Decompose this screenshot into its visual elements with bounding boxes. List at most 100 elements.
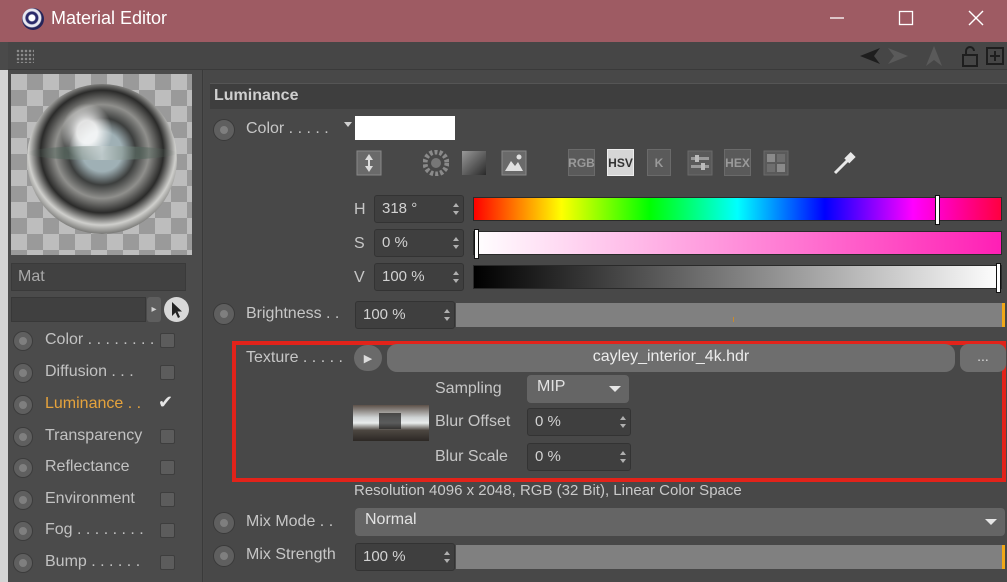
mode-hex-button[interactable]: HEX <box>724 149 751 176</box>
mixer-button[interactable] <box>686 149 713 176</box>
new-window-icon[interactable] <box>983 44 1007 68</box>
mixer-icon <box>687 150 712 175</box>
channel-radio[interactable] <box>13 553 33 573</box>
value-slider[interactable] <box>473 263 1002 293</box>
hue-value: 318 ° <box>382 200 418 217</box>
channel-color[interactable]: Color . . . . . . . . <box>8 326 203 356</box>
maximize-button[interactable] <box>883 0 929 36</box>
channel-radio[interactable] <box>13 331 33 351</box>
blur-scale-label: Blur Scale <box>435 448 508 465</box>
layer-arrow-button[interactable]: ▸ <box>147 297 161 322</box>
channel-label: Environment <box>45 490 135 507</box>
mode-rgb-button[interactable]: RGB <box>568 149 595 176</box>
hue-label: H <box>354 201 366 218</box>
color-wheel-button[interactable] <box>422 149 449 176</box>
texture-thumbnail[interactable] <box>353 405 429 441</box>
color-keyframe-radio[interactable] <box>213 119 235 141</box>
color-expand-button[interactable] <box>355 149 382 176</box>
channel-diffusion[interactable]: Diffusion . . . <box>8 358 203 388</box>
channel-bump[interactable]: Bump . . . . . . <box>8 548 203 578</box>
material-name-field[interactable]: Mat <box>11 263 186 291</box>
channel-radio[interactable] <box>13 395 33 415</box>
hue-field[interactable]: 318 ° <box>374 195 464 223</box>
saturation-slider[interactable] <box>473 229 1002 259</box>
attributes-panel: Luminance Color . . . . . RGB HSV K HEX … <box>204 70 1007 582</box>
material-preview[interactable] <box>11 74 192 255</box>
blur-offset-field[interactable]: 0 % <box>527 408 631 436</box>
blur-offset-label: Blur Offset <box>435 413 511 430</box>
close-button[interactable] <box>953 0 999 36</box>
color-spectrum-button[interactable] <box>460 149 487 176</box>
channel-transparency[interactable]: Transparency <box>8 422 203 452</box>
channel-label: Fog . . . . . . . . <box>45 521 144 538</box>
channel-checkbox[interactable] <box>160 555 175 570</box>
channel-checkbox[interactable] <box>160 492 175 507</box>
brightness-field[interactable]: 100 % <box>355 301 455 329</box>
channel-radio[interactable] <box>13 363 33 383</box>
swatches-icon <box>763 150 788 175</box>
spin-arrows-icon[interactable] <box>453 203 459 215</box>
spin-arrows-icon[interactable] <box>620 416 626 428</box>
channel-checkbox[interactable] <box>160 365 175 380</box>
mode-hsv-button[interactable]: HSV <box>607 149 634 176</box>
saturation-field[interactable]: 0 % <box>374 229 464 257</box>
up-arrow-icon[interactable] <box>922 44 946 68</box>
mix-strength-keyframe-radio[interactable] <box>213 545 235 567</box>
channel-label: Bump . . . . . . <box>45 553 141 570</box>
channel-checkbox[interactable] <box>160 460 175 475</box>
channel-radio[interactable] <box>13 490 33 510</box>
color-swatch[interactable] <box>355 116 455 140</box>
channel-radio[interactable] <box>13 458 33 478</box>
value-slider-handle[interactable] <box>996 263 1001 293</box>
color-swatch-menu-arrow[interactable] <box>344 122 352 127</box>
brightness-slider[interactable] <box>456 303 1005 327</box>
eyedropper-button[interactable] <box>829 149 859 176</box>
sampling-dropdown[interactable]: MIP <box>527 375 629 403</box>
texture-browse-button[interactable]: ... <box>960 344 1006 372</box>
mix-strength-value: 100 % <box>363 548 406 565</box>
hue-slider[interactable] <box>473 195 1002 225</box>
channel-label: Luminance . . <box>45 395 142 412</box>
channel-checkbox[interactable] <box>160 523 175 538</box>
expand-icon <box>356 150 381 175</box>
window-edge <box>0 70 8 582</box>
back-arrow-icon[interactable] <box>858 44 882 68</box>
minimize-button[interactable] <box>814 0 860 36</box>
channel-checkbox[interactable] <box>160 333 175 348</box>
swatches-button[interactable] <box>762 149 789 176</box>
spin-arrows-icon[interactable] <box>453 271 459 283</box>
value-value: 100 % <box>382 268 425 285</box>
channel-checkbox-checked[interactable]: ✔ <box>158 392 173 412</box>
brightness-keyframe-radio[interactable] <box>213 303 235 325</box>
mix-mode-dropdown[interactable]: Normal <box>355 508 1005 536</box>
spin-arrows-icon[interactable] <box>453 237 459 249</box>
channel-radio[interactable] <box>13 521 33 541</box>
mix-strength-slider[interactable] <box>456 545 1005 569</box>
blur-scale-field[interactable]: 0 % <box>527 443 631 471</box>
hue-slider-handle[interactable] <box>935 195 940 225</box>
forward-arrow-icon[interactable] <box>886 44 910 68</box>
channel-reflectance[interactable]: Reflectance <box>8 453 203 483</box>
color-label: Color . . . . . <box>246 120 329 137</box>
eyedropper-icon <box>833 151 856 174</box>
spin-arrows-icon[interactable] <box>444 551 450 563</box>
lock-icon[interactable] <box>958 44 982 68</box>
pick-button[interactable] <box>164 297 189 322</box>
spin-arrows-icon[interactable] <box>620 451 626 463</box>
layer-field[interactable] <box>11 297 146 322</box>
texture-menu-button[interactable]: ▶ <box>354 345 382 371</box>
channel-radio[interactable] <box>13 427 33 447</box>
value-field[interactable]: 100 % <box>374 263 464 291</box>
texture-file-field[interactable]: cayley_interior_4k.hdr <box>387 344 955 372</box>
channel-luminance[interactable]: Luminance . . ✔ <box>8 390 203 420</box>
mix-strength-field[interactable]: 100 % <box>355 543 455 571</box>
saturation-slider-handle[interactable] <box>474 229 479 259</box>
channel-environment[interactable]: Environment <box>8 485 203 515</box>
color-from-image-button[interactable] <box>500 149 527 176</box>
mix-mode-keyframe-radio[interactable] <box>213 512 235 534</box>
panel-grip-icon[interactable] <box>16 49 34 63</box>
channel-fog[interactable]: Fog . . . . . . . . <box>8 516 203 546</box>
mode-kelvin-button[interactable]: K <box>647 149 671 176</box>
channel-checkbox[interactable] <box>160 429 175 444</box>
spin-arrows-icon[interactable] <box>444 309 450 321</box>
